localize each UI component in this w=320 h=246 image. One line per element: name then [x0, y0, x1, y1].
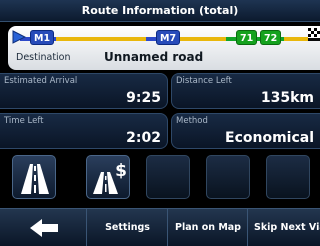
route-option-slot-3[interactable] — [146, 155, 190, 199]
route-summary-panel: M1 M7 71 72 Destination Unnamed road — [8, 26, 320, 70]
route-method-box[interactable]: Method Economical — [171, 113, 320, 149]
route-start-flag-icon — [12, 30, 26, 44]
estimated-arrival-value: 9:25 — [126, 90, 161, 106]
route-option-slot-5[interactable] — [266, 155, 310, 199]
time-left-value: 2:02 — [126, 130, 161, 146]
route-method-label: Method — [176, 116, 208, 126]
time-left-label: Time Left — [4, 116, 44, 126]
back-button[interactable] — [0, 209, 87, 246]
bottom-toolbar: Settings Plan on Map Skip Next Via — [0, 208, 320, 246]
route-method-value: Economical — [225, 130, 314, 146]
estimated-arrival-label: Estimated Arrival — [4, 76, 78, 86]
road-badge-72: 72 — [260, 30, 282, 45]
toll-road-icon: $ — [93, 161, 127, 194]
road-badge-m7: M7 — [156, 30, 181, 45]
estimated-arrival-box: Estimated Arrival 9:25 — [0, 73, 168, 109]
skip-next-via-button[interactable]: Skip Next Via — [249, 209, 320, 246]
time-left-box: Time Left 2:02 — [0, 113, 168, 149]
route-option-slot-4[interactable] — [206, 155, 250, 199]
window-title: Route Information (total) — [0, 0, 320, 22]
destination-road-name: Unnamed road — [104, 50, 204, 64]
checkered-flag-icon — [308, 28, 320, 38]
destination-label: Destination — [16, 52, 71, 63]
route-strip: M1 M7 71 72 — [8, 26, 320, 48]
plan-on-map-button[interactable]: Plan on Map — [169, 209, 248, 246]
avoid-toll-road-button[interactable]: $ — [86, 155, 130, 199]
back-arrow-icon — [30, 219, 58, 237]
distance-left-label: Distance Left — [176, 76, 232, 86]
motorway-icon — [21, 164, 49, 194]
road-badge-71: 71 — [236, 30, 258, 45]
settings-button[interactable]: Settings — [88, 209, 168, 246]
svg-text:$: $ — [115, 161, 127, 181]
avoid-motorway-button[interactable] — [12, 155, 56, 199]
distance-left-box: Distance Left 135km — [171, 73, 320, 109]
road-badge-m1: M1 — [30, 30, 55, 45]
distance-left-value: 135km — [260, 90, 314, 106]
